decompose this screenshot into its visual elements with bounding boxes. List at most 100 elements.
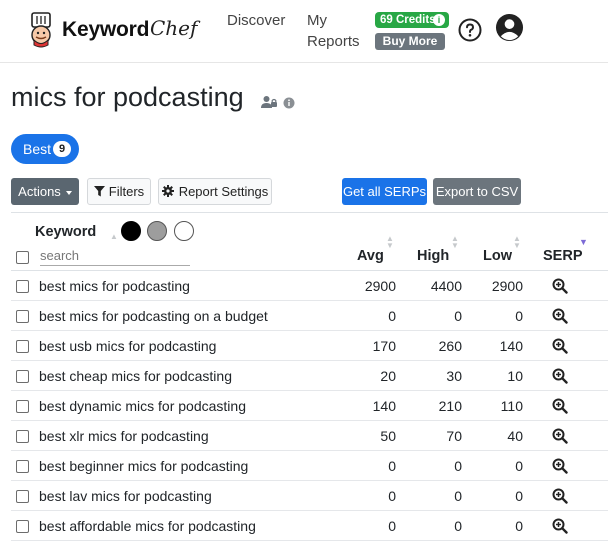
low-cell: 0: [515, 308, 523, 324]
report-settings-button[interactable]: Report Settings: [158, 178, 272, 205]
avg-cell: 0: [388, 488, 396, 504]
high-cell: 0: [454, 488, 462, 504]
high-cell: 0: [454, 518, 462, 534]
keyword-cell[interactable]: best beginner mics for podcasting: [39, 458, 248, 474]
shared-users-icon[interactable]: [261, 95, 277, 114]
caret-down-icon: [65, 190, 72, 195]
filter-dot-white[interactable]: [174, 221, 194, 241]
select-all-checkbox[interactable]: [16, 251, 29, 264]
table-row: best mics for podcasting 2900 4400 2900: [11, 271, 608, 301]
serp-zoom-icon[interactable]: [552, 338, 568, 354]
brand-name: Keyword: [62, 18, 150, 41]
high-cell: 260: [438, 338, 462, 354]
info-circle-icon[interactable]: [283, 96, 295, 114]
serp-zoom-icon[interactable]: [552, 488, 568, 504]
serp-zoom-icon[interactable]: [552, 278, 568, 294]
row-checkbox[interactable]: [16, 520, 29, 533]
serp-zoom-icon[interactable]: [552, 308, 568, 324]
high-cell: 4400: [430, 278, 462, 294]
tab-best-label: Best: [23, 141, 52, 157]
low-cell: 140: [499, 338, 523, 354]
low-cell: 0: [515, 518, 523, 534]
nav-reports-line2: Reports: [307, 33, 360, 50]
row-checkbox[interactable]: [16, 370, 29, 383]
low-cell: 10: [507, 368, 523, 384]
row-checkbox[interactable]: [16, 460, 29, 473]
top-navbar: Keyword Chef Discover My Reports 69 Cred…: [0, 0, 608, 63]
toolbar-divider: [11, 212, 608, 213]
high-cell: 210: [438, 398, 462, 414]
report-settings-label: Report Settings: [178, 184, 269, 199]
filter-dot-gray[interactable]: [147, 221, 167, 241]
column-header-low[interactable]: Low: [483, 248, 512, 264]
credits-label: 69 Credits: [380, 14, 436, 26]
row-checkbox[interactable]: [16, 280, 29, 293]
high-cell: 70: [446, 428, 462, 444]
keyword-cell[interactable]: best dynamic mics for podcasting: [39, 398, 246, 414]
table-row: best cheap mics for podcasting 20 30 10: [11, 361, 608, 391]
row-checkbox[interactable]: [16, 310, 29, 323]
avg-cell: 20: [380, 368, 396, 384]
keyword-cell[interactable]: best mics for podcasting: [39, 278, 190, 294]
keyword-cell[interactable]: best cheap mics for podcasting: [39, 368, 232, 384]
filter-dot-black[interactable]: [121, 221, 141, 241]
table-row: best dynamic mics for podcasting 140 210…: [11, 391, 608, 421]
user-avatar-icon[interactable]: [495, 13, 524, 42]
actions-dropdown-button[interactable]: Actions: [11, 178, 79, 205]
avg-cell: 170: [372, 338, 396, 354]
row-checkbox[interactable]: [16, 340, 29, 353]
sort-low-icon[interactable]: ▲ ▼: [513, 235, 521, 250]
serp-zoom-icon[interactable]: [552, 458, 568, 474]
help-icon[interactable]: [458, 18, 482, 42]
row-checkbox[interactable]: [16, 490, 29, 503]
chef-mascot-icon: [31, 12, 51, 48]
column-header-keyword[interactable]: Keyword: [35, 224, 96, 240]
keyword-cell[interactable]: best lav mics for podcasting: [39, 488, 212, 504]
info-icon: i: [433, 14, 445, 26]
column-header-avg[interactable]: Avg: [357, 248, 384, 264]
keyword-cell[interactable]: best affordable mics for podcasting: [39, 518, 256, 534]
nav-discover[interactable]: Discover: [227, 10, 285, 31]
buy-more-button[interactable]: Buy More: [375, 33, 445, 50]
keyword-cell[interactable]: best mics for podcasting on a budget: [39, 308, 268, 324]
table-row: best usb mics for podcasting 170 260 140: [11, 331, 608, 361]
column-header-serp[interactable]: SERP: [543, 248, 583, 264]
serp-zoom-icon[interactable]: [552, 428, 568, 444]
row-checkbox[interactable]: [16, 400, 29, 413]
avg-cell: 0: [388, 308, 396, 324]
sort-high-icon[interactable]: ▲ ▼: [451, 235, 459, 250]
credits-badge[interactable]: 69 Credits i: [375, 12, 449, 28]
avg-cell: 50: [380, 428, 396, 444]
sort-avg-icon[interactable]: ▲ ▼: [386, 235, 394, 250]
table-row: best affordable mics for podcasting 0 0 …: [11, 511, 608, 541]
best-count-badge: 9: [53, 141, 71, 157]
keyword-search-input[interactable]: [40, 246, 190, 266]
export-csv-button[interactable]: Export to CSV: [433, 178, 521, 205]
avg-cell: 0: [388, 518, 396, 534]
tab-best[interactable]: Best 9: [11, 134, 79, 164]
keyword-cell[interactable]: best usb mics for podcasting: [39, 338, 216, 354]
filter-icon: [93, 186, 105, 197]
high-cell: 0: [454, 458, 462, 474]
serp-zoom-icon[interactable]: [552, 518, 568, 534]
serp-zoom-icon[interactable]: [552, 398, 568, 414]
low-cell: 0: [515, 488, 523, 504]
avg-cell: 140: [372, 398, 396, 414]
get-all-serps-button[interactable]: Get all SERPs: [342, 178, 427, 205]
keyword-cell[interactable]: best xlr mics for podcasting: [39, 428, 209, 444]
keyword-chef-logo[interactable]: Keyword Chef: [26, 12, 197, 50]
table-row: best xlr mics for podcasting 50 70 40: [11, 421, 608, 451]
low-cell: 2900: [491, 278, 523, 294]
low-cell: 40: [507, 428, 523, 444]
filters-button[interactable]: Filters: [87, 178, 151, 205]
nav-reports-line1: My: [307, 12, 327, 29]
column-header-high[interactable]: High: [417, 248, 449, 264]
row-checkbox[interactable]: [16, 430, 29, 443]
brand-script: Chef: [150, 16, 198, 40]
serp-zoom-icon[interactable]: [552, 368, 568, 384]
nav-my-reports[interactable]: My Reports: [307, 10, 360, 52]
table-row: best lav mics for podcasting 0 0 0: [11, 481, 608, 511]
sort-serp-icon[interactable]: ▼: [579, 238, 588, 247]
high-cell: 30: [446, 368, 462, 384]
sort-asc-icon[interactable]: ▲: [110, 233, 118, 241]
